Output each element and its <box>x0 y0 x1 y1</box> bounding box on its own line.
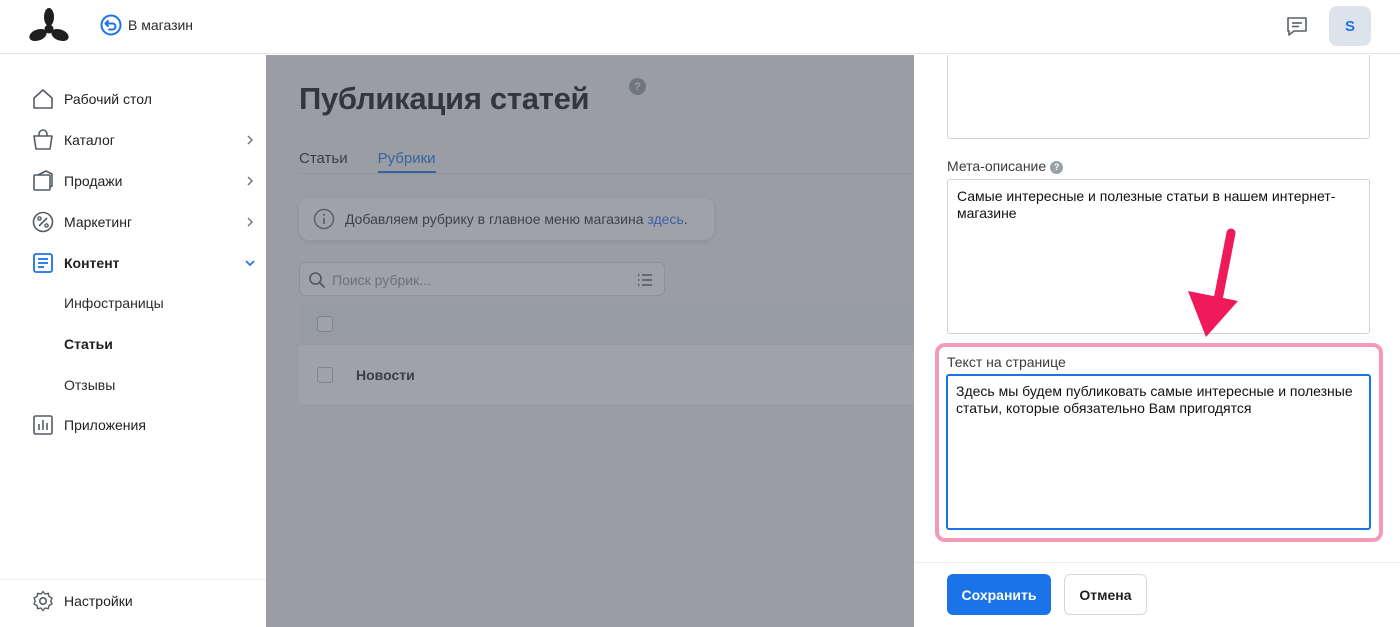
home-icon <box>33 89 53 109</box>
sidebar-subitem-infopages[interactable]: Инфостраницы <box>64 295 164 311</box>
search-input[interactable] <box>332 270 622 290</box>
sales-icon <box>33 170 53 191</box>
select-all-checkbox[interactable] <box>317 316 333 332</box>
edit-category-panel <box>914 55 1400 627</box>
gear-icon <box>33 590 53 612</box>
percent-icon <box>32 211 54 233</box>
sidebar-item-apps[interactable]: Приложения <box>0 405 266 445</box>
search-field <box>299 262 665 296</box>
help-icon[interactable]: ? <box>629 78 646 95</box>
meta-description-textarea[interactable]: Самые интересные и полезные статьи в наш… <box>947 179 1370 334</box>
back-arrow-icon <box>100 14 122 36</box>
sidebar-item-label: Рабочий стол <box>64 91 152 107</box>
info-icon <box>313 208 335 230</box>
main-content: Публикация статей ? Статьи Рубрики Добав… <box>266 55 914 627</box>
info-banner: Добавляем рубрику в главное меню магазин… <box>299 198 714 240</box>
chevron-right-icon <box>247 176 254 186</box>
tab-articles[interactable]: Статьи <box>299 150 348 173</box>
sidebar-subitem-articles[interactable]: Статьи <box>64 336 113 352</box>
help-icon[interactable]: ? <box>1050 160 1064 174</box>
table-header <box>299 304 914 345</box>
save-button[interactable]: Сохранить <box>947 574 1051 615</box>
sidebar-item-label: Настройки <box>64 593 133 609</box>
categories-table: Новости <box>299 304 914 458</box>
user-avatar[interactable]: S <box>1329 6 1371 46</box>
sidebar-item-label: Контент <box>64 255 120 271</box>
chat-icon[interactable] <box>1285 14 1309 38</box>
back-to-store-label: В магазин <box>128 17 194 33</box>
search-icon <box>309 272 325 288</box>
chevron-right-icon <box>247 217 254 227</box>
table-footer <box>299 406 914 458</box>
chevron-down-icon <box>245 260 255 267</box>
tabs: Статьи Рубрики <box>299 150 436 173</box>
sidebar: Рабочий стол Каталог Продажи Маркетинг К… <box>0 55 266 627</box>
sidebar-item-content[interactable]: Контент <box>0 243 266 283</box>
table-row[interactable]: Новости <box>299 345 914 406</box>
sidebar-item-label: Приложения <box>64 417 146 433</box>
page-title: Публикация статей <box>299 81 590 116</box>
brand-logo-icon[interactable] <box>29 8 69 44</box>
category-name[interactable]: Новости <box>356 367 415 383</box>
sidebar-item-dashboard[interactable]: Рабочий стол <box>0 79 266 119</box>
list-filter-icon[interactable] <box>636 271 654 289</box>
info-banner-text: Добавляем рубрику в главное меню магазин… <box>345 211 688 227</box>
apps-icon <box>33 415 53 435</box>
sidebar-divider <box>0 579 266 580</box>
sidebar-item-label: Каталог <box>64 132 115 148</box>
cancel-button[interactable]: Отмена <box>1064 574 1147 615</box>
sidebar-subitem-reviews[interactable]: Отзывы <box>64 377 115 393</box>
previous-field-textarea[interactable] <box>947 55 1370 139</box>
tab-categories[interactable]: Рубрики <box>377 150 436 173</box>
sidebar-item-settings[interactable]: Настройки <box>0 581 266 621</box>
row-checkbox[interactable] <box>317 367 333 383</box>
sidebar-item-marketing[interactable]: Маркетинг <box>0 202 266 242</box>
sidebar-item-label: Продажи <box>64 173 123 189</box>
sidebar-item-sales[interactable]: Продажи <box>0 161 266 201</box>
bag-icon <box>33 129 53 150</box>
sidebar-item-catalog[interactable]: Каталог <box>0 120 266 160</box>
sidebar-item-label: Маркетинг <box>64 214 133 230</box>
meta-description-label: Мета-описание? <box>947 158 1064 174</box>
info-banner-link[interactable]: здесь <box>647 211 683 227</box>
tabs-divider <box>299 173 914 174</box>
chevron-right-icon <box>247 135 254 145</box>
back-to-store-link[interactable]: В магазин <box>100 14 193 36</box>
page-text-label: Текст на странице <box>947 354 1066 370</box>
top-header: В магазин S <box>0 0 1400 54</box>
page-text-textarea[interactable]: Здесь мы будем публиковать самые интерес… <box>946 374 1371 530</box>
content-icon <box>33 253 53 273</box>
